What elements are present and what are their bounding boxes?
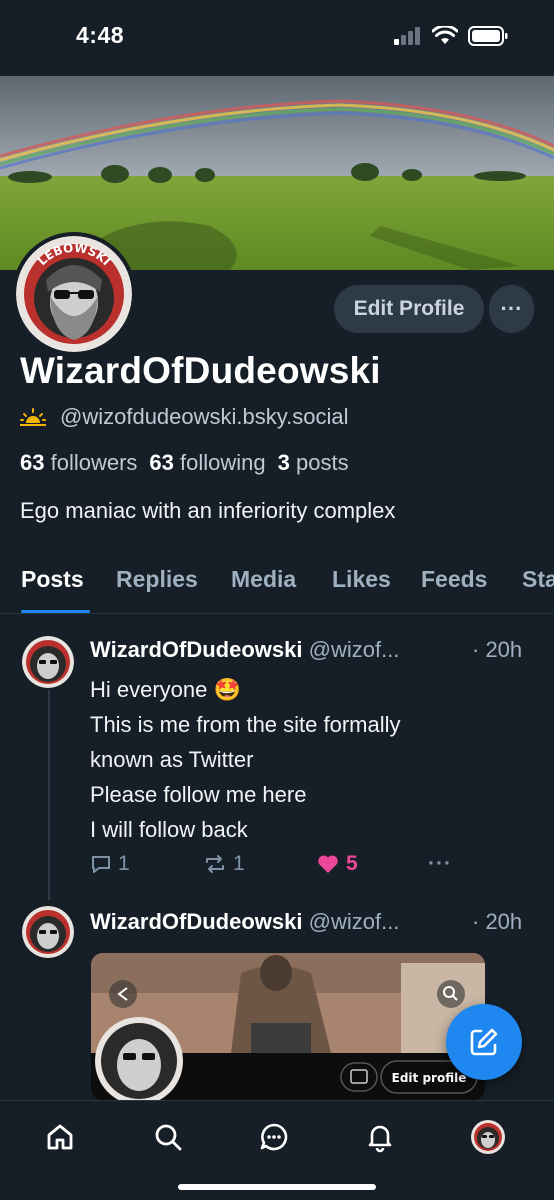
tab-posts[interactable]: Posts [21,566,84,593]
tab-starter-packs[interactable]: Sta [522,566,554,593]
post-time[interactable]: · 20h [472,637,522,663]
status-icons [394,26,508,46]
active-tab-indicator [21,610,90,613]
nav-home[interactable] [42,1119,78,1155]
profile-tabs: Posts Replies Media Likes Feeds Sta [0,550,554,614]
posts-stat: 3 posts [277,450,349,475]
post-header: WizardOfDudeowski @wizof... [90,637,399,663]
tab-replies[interactable]: Replies [116,566,198,593]
embed-edit-profile-label: Edit profile [392,1071,467,1085]
repost-icon [206,855,224,873]
tab-media[interactable]: Media [231,566,296,593]
reply-button[interactable]: 1 [90,852,130,876]
post-time[interactable]: · 20h [472,909,522,935]
home-icon [47,1124,73,1150]
more-options-button[interactable]: ··· [489,285,534,333]
edit-profile-button[interactable]: Edit Profile [334,285,484,333]
repost-button[interactable]: 1 [203,852,245,876]
battery-icon [468,26,508,46]
nav-chat[interactable] [256,1119,292,1155]
signal-icon [394,27,420,45]
reply-icon [92,856,110,873]
post-actions: 1 1 5 ··· [90,852,470,882]
profile-avatar[interactable]: LEBOWSKI [12,232,136,356]
nav-search[interactable] [150,1119,186,1155]
nav-notifications[interactable] [362,1119,398,1155]
status-bar: 4:48 [0,0,554,76]
handle-row: @wizofdudeowski.bsky.social [20,404,348,430]
wifi-icon [432,26,458,44]
status-time: 4:48 [76,22,125,48]
display-name: WizardOfDudeowski [20,350,381,391]
tab-likes[interactable]: Likes [332,566,391,593]
post-header: WizardOfDudeowski @wizof... [90,909,399,935]
tab-feeds[interactable]: Feeds [421,566,487,593]
post-handle[interactable]: @wizof... [309,637,400,662]
post-avatar[interactable] [22,906,74,958]
thread-line [48,690,50,900]
post-author[interactable]: WizardOfDudeowski [90,909,303,934]
profile-bio: Ego maniac with an inferiority complex [20,498,396,523]
home-indicator [178,1184,376,1190]
compose-button[interactable] [446,1004,522,1080]
post-more-button[interactable]: ··· [428,852,452,876]
sunset-icon [20,408,46,426]
profile-stats: 63 followers 63 following 3 posts [20,450,349,476]
heart-icon [318,855,338,873]
post-author[interactable]: WizardOfDudeowski [90,637,303,662]
chat-icon [260,1123,288,1151]
like-button[interactable]: 5 [316,852,358,876]
search-icon [155,1124,182,1151]
post-handle[interactable]: @wizof... [309,909,400,934]
post-text[interactable]: Hi everyone 🤩 This is me from the site f… [90,672,401,847]
post-avatar[interactable] [22,636,74,688]
profile-handle: @wizofdudeowski.bsky.social [60,404,349,429]
compose-icon [470,1028,498,1056]
following-stat[interactable]: 63 following [149,450,265,476]
nav-profile-avatar[interactable] [470,1119,506,1155]
followers-stat[interactable]: 63 followers [20,450,137,476]
post-embedded-image[interactable]: Edit profile [91,953,485,1100]
bell-icon [368,1125,392,1153]
